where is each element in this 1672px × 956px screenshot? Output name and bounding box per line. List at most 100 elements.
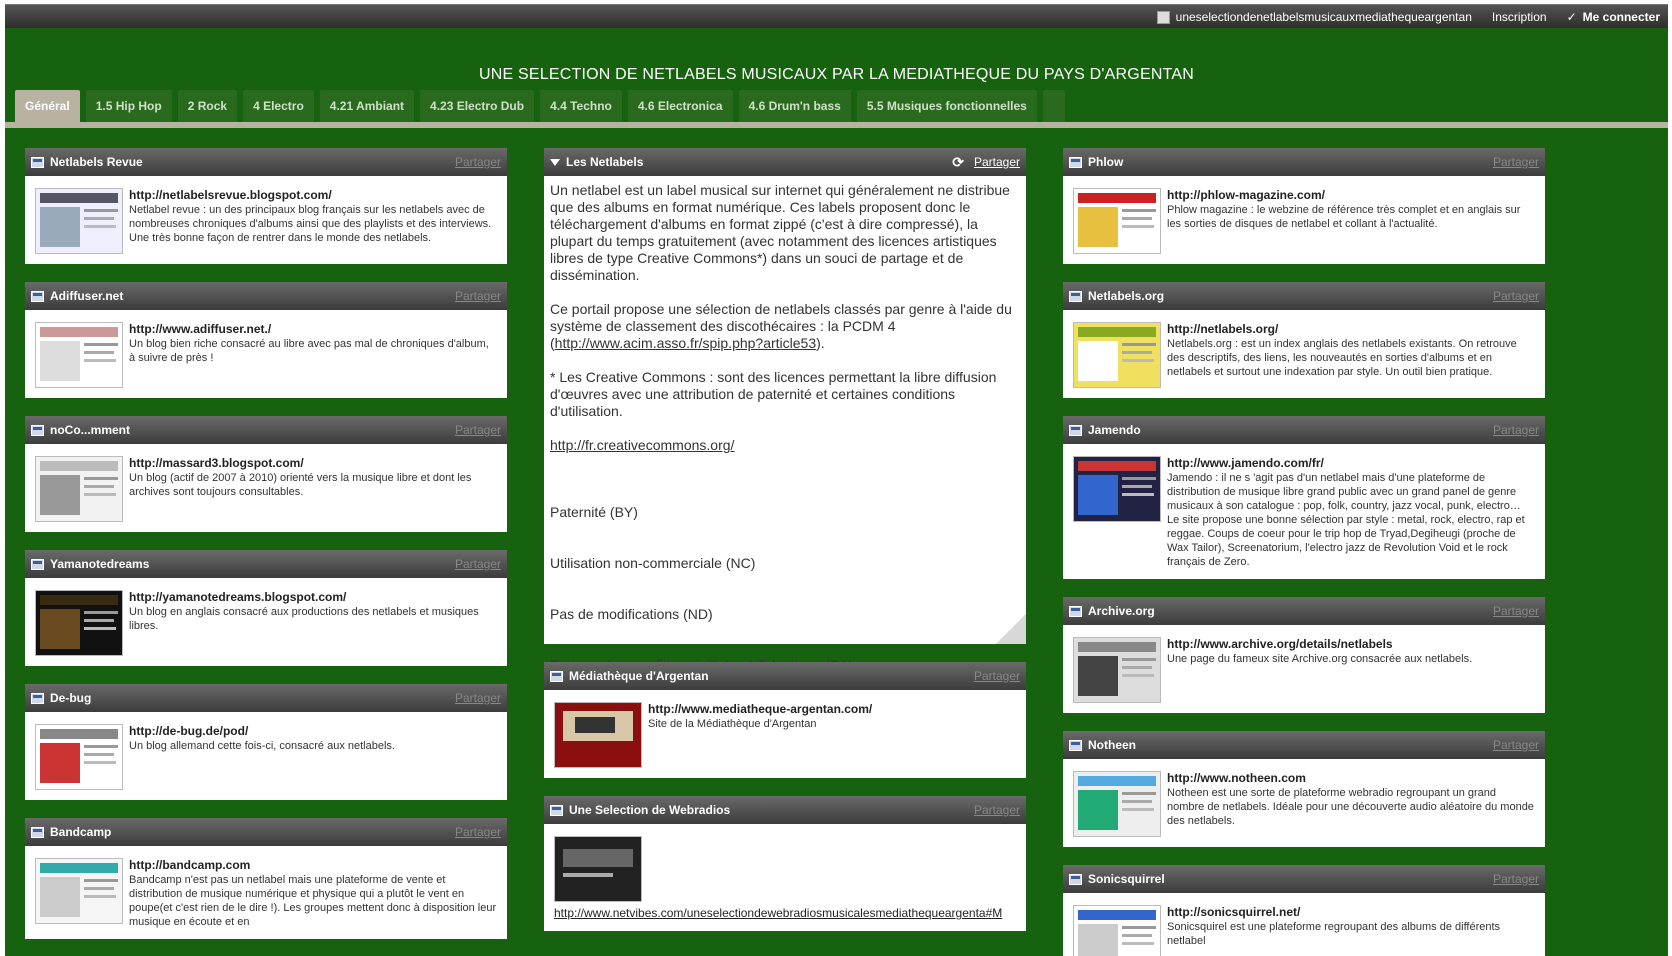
share-link[interactable]: Partager: [1493, 738, 1539, 752]
tab-4-4-techno[interactable]: 4.4 Techno: [540, 90, 622, 122]
widget-title[interactable]: Adiffuser.net: [50, 289, 455, 303]
share-link[interactable]: Partager: [974, 155, 1020, 169]
cc-by: Paternité (BY): [550, 504, 638, 520]
widget-header: Archive.org Partager: [1063, 597, 1545, 625]
widget-text: http://www.notheen.com Notheen est une so…: [1167, 771, 1535, 837]
site-url[interactable]: http://www.archive.org/details/netlabels: [1167, 637, 1393, 651]
pcdm-paragraph: Ce portail propose une sélection de netl…: [550, 301, 1020, 352]
widget-yamanotedreams: Yamanotedreams Partager http://yamanotedre…: [25, 550, 507, 666]
widget-body: http://de-bug.de/pod/Un blog allemand ce…: [25, 712, 507, 800]
share-link[interactable]: Partager: [974, 669, 1020, 683]
tab-4-6-electronica[interactable]: 4.6 Electronica: [627, 90, 733, 122]
widget-feed-icon: [1069, 605, 1082, 617]
share-link[interactable]: Partager: [974, 803, 1020, 817]
widget-title[interactable]: Phlow: [1088, 155, 1493, 169]
site-url[interactable]: http://www.mediatheque-argentan.com/: [648, 702, 872, 716]
share-link[interactable]: Partager: [1493, 289, 1539, 303]
site-url[interactable]: http://www.adiffuser.net./: [129, 322, 271, 336]
widget-title[interactable]: Notheen: [1088, 738, 1493, 752]
site-url[interactable]: http://netlabels.org/: [1167, 322, 1278, 336]
site-url[interactable]: http://sonicsquirrel.net/: [1167, 905, 1300, 919]
widget-title[interactable]: Une Selection de Webradios: [569, 803, 974, 817]
site-url[interactable]: http://yamanotedreams.blogspot.com/: [129, 590, 346, 604]
site-url[interactable]: http://de-bug.de/pod/: [129, 724, 248, 738]
site-thumbnail[interactable]: [1073, 637, 1161, 703]
site-url[interactable]: http://www.jamendo.com/fr/: [1167, 456, 1324, 470]
tab-underline: [5, 122, 1668, 128]
widget-feed-icon: [1069, 739, 1082, 751]
creativecommons-link[interactable]: http://fr.creativecommons.org/: [550, 437, 734, 453]
tab-1-5-hip-hop[interactable]: 1.5 Hip Hop: [85, 90, 172, 122]
site-url[interactable]: http://phlow-magazine.com/: [1167, 188, 1325, 202]
share-link[interactable]: Partager: [455, 289, 501, 303]
widget-header: Notheen Partager: [1063, 731, 1545, 759]
site-thumbnail[interactable]: [1073, 771, 1161, 837]
site-thumbnail[interactable]: [35, 590, 123, 656]
collapse-caret-icon[interactable]: [550, 158, 560, 166]
tab-g-n-ral[interactable]: Général: [15, 90, 80, 122]
site-url[interactable]: http://bandcamp.com: [129, 858, 250, 872]
share-link[interactable]: Partager: [1493, 423, 1539, 437]
site-description: Phlow magazine : le webzine de référence…: [1167, 204, 1521, 230]
site-thumbnail[interactable]: [35, 322, 123, 388]
widget-netlabels-revue: Netlabels Revue Partager http://netlabelsr…: [25, 148, 507, 264]
site-thumbnail[interactable]: [1073, 456, 1161, 522]
share-link[interactable]: Partager: [455, 423, 501, 437]
widget-netlabels-org: Netlabels.org Partager http://netlabels.or…: [1063, 282, 1545, 398]
tab-4-23-electro-dub[interactable]: 4.23 Electro Dub: [420, 90, 535, 122]
tab-4-6-drum-n-bass[interactable]: 4.6 Drum'n bass: [738, 90, 851, 122]
site-url[interactable]: http://massard3.blogspot.com/: [129, 456, 304, 470]
widget-text: http://netlabels.org/Netlabels.org : est…: [1167, 322, 1535, 388]
tab-4-electro[interactable]: 4 Electro: [243, 90, 314, 122]
widget-title[interactable]: Archive.org: [1088, 604, 1493, 618]
widget-title[interactable]: Bandcamp: [50, 825, 455, 839]
widget-title[interactable]: noCo...mment: [50, 423, 455, 437]
login-label: Me connecter: [1582, 10, 1660, 24]
site-thumbnail[interactable]: [554, 836, 642, 902]
tab-4-21-ambiant[interactable]: 4.21 Ambiant: [319, 90, 415, 122]
site-thumbnail[interactable]: [1073, 188, 1161, 254]
tab-5-5-musiques-fonctionnelles[interactable]: 5.5 Musiques fonctionnelles: [856, 90, 1037, 122]
share-link[interactable]: Partager: [455, 825, 501, 839]
widget-title[interactable]: Netlabels Revue: [50, 155, 455, 169]
share-link[interactable]: Partager: [455, 155, 501, 169]
pcdm-link[interactable]: http://www.acim.asso.fr/spip.php?article…: [555, 335, 816, 351]
site-thumbnail[interactable]: [35, 858, 123, 924]
widget-title[interactable]: Sonicsquirrel: [1088, 872, 1493, 886]
site-thumbnail[interactable]: [35, 188, 123, 254]
login-link[interactable]: ✓ Me connecter: [1567, 10, 1660, 24]
site-url[interactable]: http://netlabelsrevue.blogspot.com/: [129, 188, 332, 202]
widget-title[interactable]: Netlabels.org: [1088, 289, 1493, 303]
widget-header: Phlow Partager: [1063, 148, 1545, 176]
check-icon: ✓: [1566, 10, 1577, 24]
site-url[interactable]: http://www.notheen.com: [1167, 771, 1306, 785]
widget-title[interactable]: Jamendo: [1088, 423, 1493, 437]
share-link[interactable]: Partager: [1493, 604, 1539, 618]
tab-add[interactable]: [1042, 90, 1065, 122]
site-thumbnail[interactable]: [35, 456, 123, 522]
site-description: Un blog bien riche consacré au libre ave…: [129, 338, 489, 364]
share-link[interactable]: Partager: [1493, 872, 1539, 886]
widget-title[interactable]: Médiathèque d'Argentan: [569, 669, 974, 683]
widget-text: http://www.mediatheque-argentan.com/ Sit…: [648, 702, 872, 768]
widget-body: http://netlabels.org/Netlabels.org : est…: [1063, 310, 1545, 398]
site-description: Une page du fameux site Archive.org cons…: [1167, 653, 1473, 665]
tab-2-rock[interactable]: 2 Rock: [177, 90, 238, 122]
username-link[interactable]: uneselectiondenetlabelsmusicauxmediatheq…: [1156, 10, 1472, 24]
widget-body: http://www.netvibes.com/uneselectiondewe…: [544, 824, 1026, 931]
page-title: UNE SELECTION DE NETLABELS MUSICAUX PAR …: [479, 66, 1194, 83]
site-thumbnail[interactable]: [35, 724, 123, 790]
share-link[interactable]: Partager: [1493, 155, 1539, 169]
site-url[interactable]: http://www.netvibes.com/uneselectiondewe…: [554, 906, 1002, 920]
share-link[interactable]: Partager: [455, 691, 501, 705]
share-link[interactable]: Partager: [455, 557, 501, 571]
cc-link-line: http://fr.creativecommons.org/: [550, 437, 1020, 454]
site-thumbnail[interactable]: [554, 702, 642, 768]
site-thumbnail[interactable]: [1073, 905, 1161, 956]
widget-title[interactable]: De-bug: [50, 691, 455, 705]
refresh-icon[interactable]: ⟳: [952, 154, 964, 171]
widget-title[interactable]: Yamanotedreams: [50, 557, 455, 571]
pcdm-close: ).: [816, 335, 825, 351]
site-thumbnail[interactable]: [1073, 322, 1161, 388]
signup-link[interactable]: Inscription: [1492, 10, 1547, 24]
